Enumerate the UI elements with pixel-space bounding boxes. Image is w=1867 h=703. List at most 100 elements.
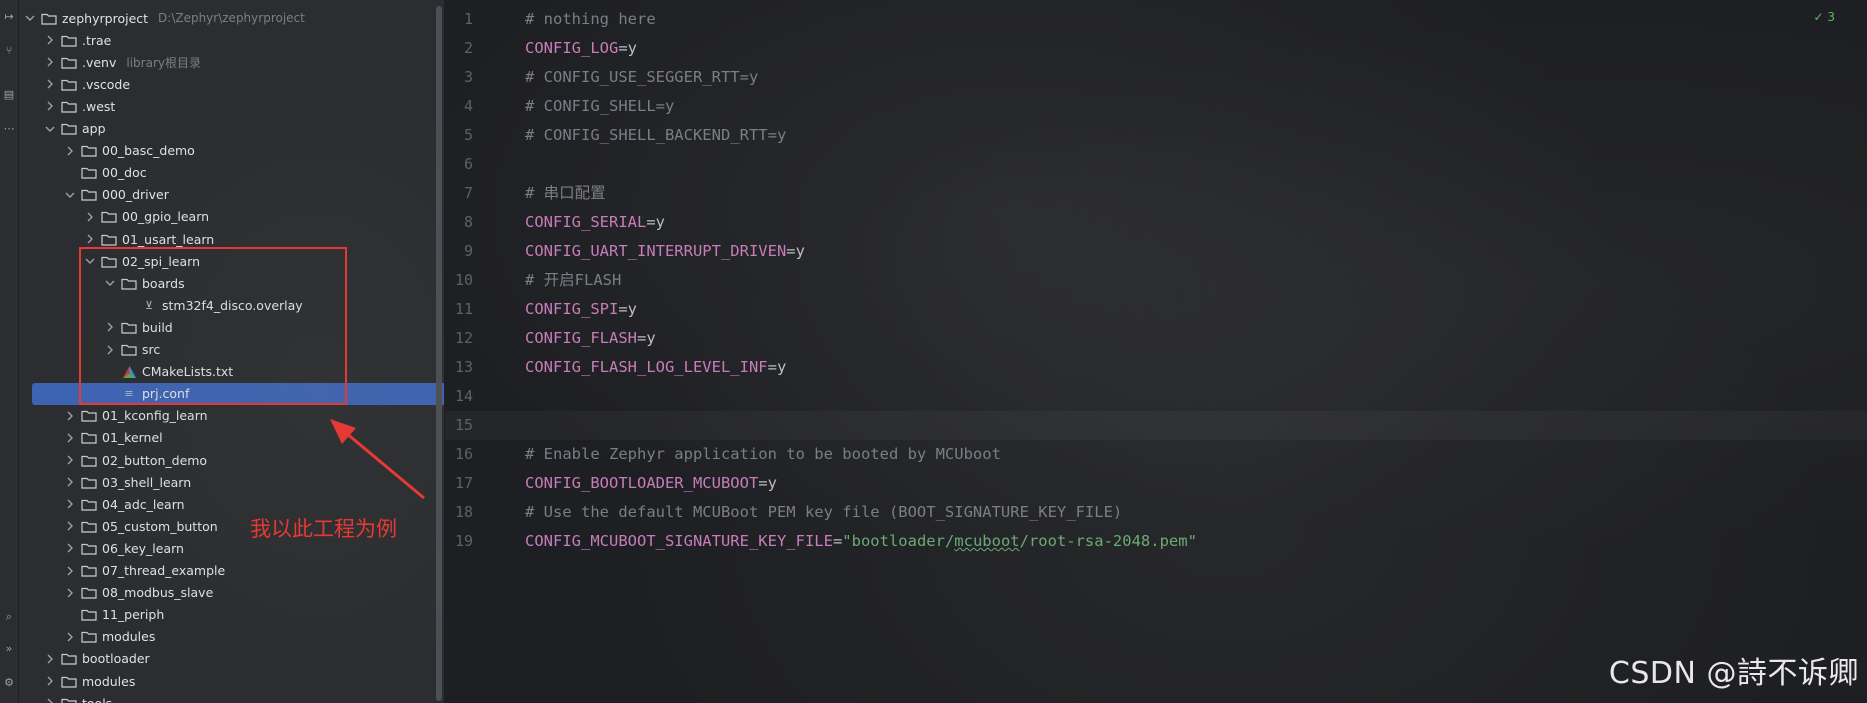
tree-folder[interactable]: bootloader [19, 648, 444, 670]
code-token: =y [646, 213, 665, 231]
settings-icon[interactable]: ⚙ [2, 676, 16, 690]
line-number: 6 [463, 155, 473, 173]
config-key: CONFIG_FLASH [525, 329, 637, 347]
chevron-right-icon[interactable] [43, 696, 57, 703]
line-number: 2 [463, 39, 473, 57]
line-number: 7 [463, 184, 473, 202]
code-token: =y [758, 474, 777, 492]
folder-icon [61, 674, 77, 688]
code-token: =y [767, 358, 787, 376]
code-line[interactable]: CONFIG_SERIAL=y [525, 208, 665, 237]
tree-item-label: bootloader [82, 651, 150, 667]
code-editor[interactable]: 1 # nothing here 2 CONFIG_LOG=y 3 # CONFIG_US… [445, 0, 1867, 703]
chevron-right-icon[interactable] [63, 586, 77, 600]
tree-item-label: tools [82, 696, 112, 703]
chevron-right-icon[interactable] [43, 652, 57, 666]
code-token: =y [636, 329, 656, 347]
line-number: 9 [463, 242, 473, 260]
line-number: 15 [454, 416, 473, 434]
code-token: "bootloader/ [842, 532, 955, 550]
line-number: 3 [463, 68, 473, 86]
code-comment: # Use the default MCUBoot PEM key file (… [525, 503, 1123, 521]
config-key: CONFIG_MCUBOOT_SIGNATURE_KEY_FILE [525, 532, 833, 550]
code-line[interactable]: CONFIG_FLASH=y [525, 324, 656, 353]
folder-icon [81, 519, 97, 533]
tree-item-label: 08_modbus_slave [102, 585, 214, 601]
code-line[interactable]: # 开启FLASH [525, 266, 621, 295]
folder-icon [81, 541, 97, 555]
folder-icon [61, 696, 77, 703]
tree-folder[interactable]: modules [19, 626, 444, 648]
code-token: mcuboot [954, 532, 1020, 550]
code-line[interactable]: # CONFIG_SHELL=y [525, 92, 674, 121]
annotation-label: 我以此工程为例 [250, 517, 397, 541]
code-line[interactable]: # CONFIG_SHELL_BACKEND_RTT=y [525, 121, 786, 150]
tree-item-label: 07_thread_example [102, 563, 226, 578]
code-token: = [832, 532, 843, 550]
config-key: CONFIG_UART_INTERRUPT_DRIVEN [525, 242, 787, 260]
line-number: 14 [454, 387, 473, 405]
tree-folder[interactable]: modules [19, 670, 444, 692]
chevron-right-icon[interactable] [63, 630, 77, 644]
tree-item-label: 06_key_learn [102, 540, 184, 556]
code-comment: # CONFIG_USE_SEGGER_RTT=y [525, 68, 759, 86]
code-line[interactable]: CONFIG_MCUBOOT_SIGNATURE_KEY_FILE="bootl… [525, 527, 1197, 556]
arrow-annotation [330, 419, 425, 500]
code-line[interactable]: # CONFIG_USE_SEGGER_RTT=y [525, 63, 758, 92]
code-line[interactable]: CONFIG_SPI=y [525, 295, 637, 324]
tree-folder[interactable]: 11_periph [19, 604, 444, 626]
line-number: 8 [463, 213, 473, 231]
chevron-right-icon[interactable] [63, 519, 77, 533]
folder-icon [61, 652, 77, 666]
code-token: =y [786, 242, 805, 260]
line-number: 13 [454, 358, 473, 376]
tree-item-label: 05_custom_button [102, 518, 218, 534]
ide-window: ↦ ⑂ ▤ ⋯ ⌕ » ⚙ zephyrproject D:\Zephyr\zep… [0, 0, 1867, 703]
code-token: =y [618, 39, 637, 57]
code-line[interactable]: CONFIG_FLASH_LOG_LEVEL_INF=y [525, 353, 786, 382]
code-line[interactable]: # 串口配置 [525, 179, 606, 208]
tree-folder[interactable]: 07_thread_example [19, 560, 444, 582]
code-token: =y [618, 300, 637, 318]
folder-icon [81, 608, 97, 622]
config-key: CONFIG_LOG [525, 39, 619, 57]
code-line[interactable]: # Enable Zephyr application to be booted… [525, 440, 1001, 469]
problems-indicator[interactable]: ✓ 3 [1813, 10, 1835, 24]
problems-count: 3 [1827, 10, 1835, 24]
code-line[interactable]: CONFIG_BOOTLOADER_MCUBOOT=y [525, 469, 777, 498]
line-number: 5 [463, 126, 473, 144]
code-line[interactable]: # nothing here [525, 5, 656, 34]
line-number: 12 [454, 329, 473, 347]
current-line-highlight [445, 411, 1867, 440]
folder-icon [81, 630, 97, 644]
code-line[interactable]: # Use the default MCUBoot PEM key file (… [525, 498, 1122, 527]
chevron-right-icon[interactable] [43, 674, 57, 688]
tree-item-label: modules [82, 673, 136, 689]
watermark: CSDN @詩不诉卿 [1608, 656, 1859, 691]
line-number: 11 [454, 300, 473, 318]
tree-item-label: 11_periph [102, 607, 165, 623]
tree-item-label: modules [102, 629, 156, 645]
chevron-right-icon[interactable] [63, 564, 77, 578]
expand-icon[interactable]: » [2, 642, 16, 656]
config-key: CONFIG_BOOTLOADER_MCUBOOT [525, 474, 759, 492]
folder-icon [81, 564, 97, 578]
tree-folder[interactable]: 08_modbus_slave [19, 582, 444, 604]
line-number: 17 [454, 474, 473, 492]
code-line[interactable]: CONFIG_UART_INTERRUPT_DRIVEN=y [525, 237, 805, 266]
config-key: CONFIG_SERIAL [525, 213, 647, 231]
code-comment: # CONFIG_SHELL_BACKEND_RTT=y [525, 126, 787, 144]
code-comment: # nothing here [525, 10, 656, 28]
chevron-right-icon[interactable] [63, 541, 77, 555]
search-icon[interactable]: ⌕ [2, 610, 16, 624]
line-number: 1 [463, 10, 473, 28]
line-number: 4 [463, 97, 473, 115]
code-comment: # CONFIG_SHELL=y [525, 97, 675, 115]
line-number: 18 [454, 503, 473, 521]
code-line[interactable]: CONFIG_LOG=y [525, 34, 637, 63]
tree-folder[interactable]: tools [19, 692, 444, 703]
line-number: 19 [454, 532, 473, 550]
line-number: 16 [454, 445, 473, 463]
config-key: CONFIG_FLASH_LOG_LEVEL_INF [525, 358, 768, 376]
